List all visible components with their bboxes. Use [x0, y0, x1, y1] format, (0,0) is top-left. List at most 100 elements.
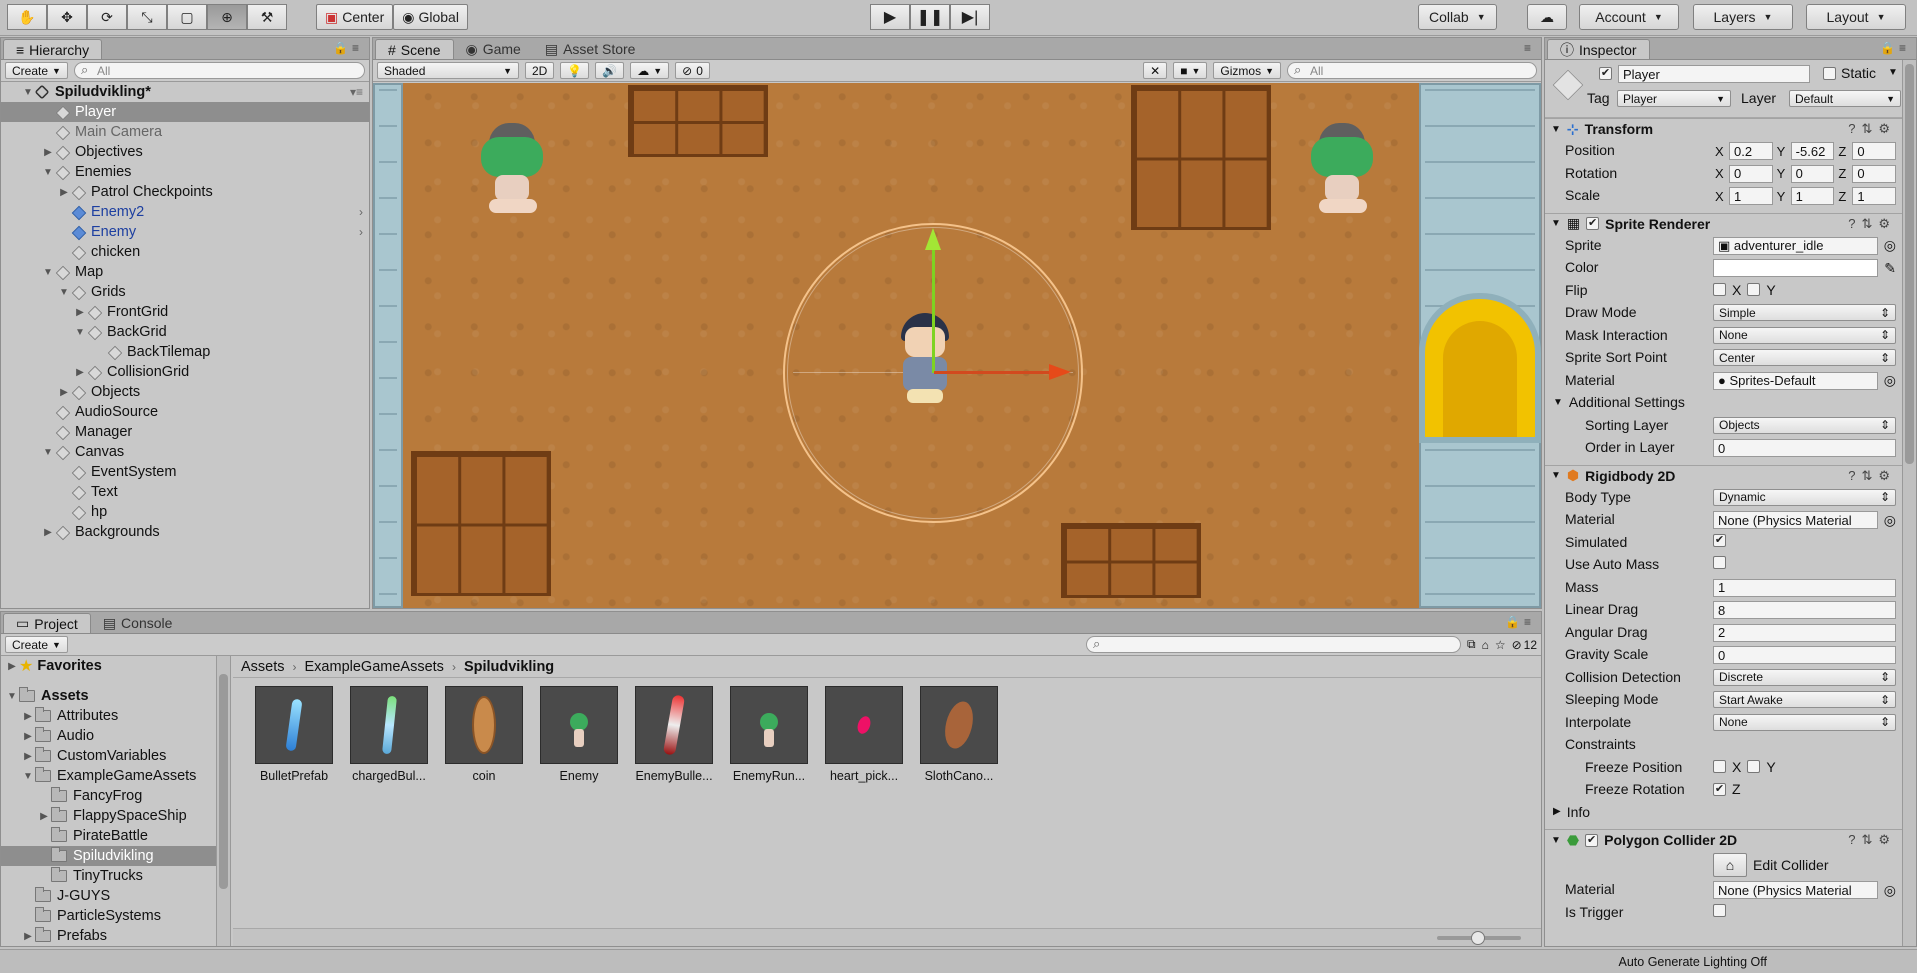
- hand-tool-icon[interactable]: ✋: [7, 4, 47, 30]
- folder-item-fancyfrog[interactable]: FancyFrog: [1, 786, 216, 806]
- expand-arrow-icon[interactable]: ▶: [41, 147, 55, 158]
- folder-item-attributes[interactable]: ▶ Attributes: [1, 706, 216, 726]
- flip-y-checkbox[interactable]: [1747, 283, 1761, 296]
- position-z-field[interactable]: 0: [1852, 142, 1897, 160]
- shading-mode-dropdown[interactable]: Shaded ▼: [377, 62, 519, 79]
- hierarchy-item-enemies[interactable]: ▼ Enemies: [1, 162, 369, 182]
- hierarchy-item-hp[interactable]: hp: [1, 502, 369, 522]
- expand-arrow-icon[interactable]: ▶: [73, 367, 87, 378]
- sort-point-dropdown[interactable]: Center ⇕: [1713, 349, 1896, 366]
- eyedropper-icon[interactable]: ✎: [1884, 260, 1896, 277]
- expand-arrow-icon[interactable]: ▶: [21, 731, 35, 742]
- hierarchy-item-enemy2[interactable]: Enemy2 ›: [1, 202, 369, 222]
- hierarchy-item-main-camera[interactable]: Main Camera: [1, 122, 369, 142]
- hierarchy-item-grids[interactable]: ▼ Grids: [1, 282, 369, 302]
- expand-arrow-icon[interactable]: ▶: [21, 931, 35, 942]
- expand-arrow-icon[interactable]: ▶: [57, 187, 71, 198]
- linear-drag-field[interactable]: 8: [1713, 601, 1896, 619]
- expand-arrow-icon[interactable]: ▼: [1551, 470, 1561, 481]
- expand-arrow-icon[interactable]: ▶: [41, 527, 55, 538]
- freeze-pos-x-checkbox[interactable]: [1713, 760, 1726, 773]
- hierarchy-item-audiosource[interactable]: AudioSource: [1, 402, 369, 422]
- flip-x-checkbox[interactable]: [1713, 283, 1726, 296]
- hierarchy-item-chicken[interactable]: chicken: [1, 242, 369, 262]
- hidden-packages-toggle[interactable]: ⊘ 12: [1512, 638, 1537, 652]
- asset-tile[interactable]: EnemyRun...: [730, 686, 808, 783]
- hierarchy-item-patrol-checkpoints[interactable]: ▶ Patrol Checkpoints: [1, 182, 369, 202]
- folder-item-tinytrucks[interactable]: TinyTrucks: [1, 866, 216, 886]
- additional-settings-row[interactable]: ▼ Additional Settings: [1545, 391, 1902, 414]
- scale-x-field[interactable]: 1: [1729, 187, 1773, 205]
- sprite-renderer-enabled-checkbox[interactable]: [1586, 217, 1600, 230]
- assets-root-item[interactable]: ▼ Assets: [1, 686, 216, 706]
- sprite-field[interactable]: ▣ adventurer_idle: [1713, 236, 1878, 255]
- audio-toggle[interactable]: 🔊: [595, 62, 625, 79]
- tab-asset-store[interactable]: ▤ Asset Store: [533, 39, 648, 59]
- expand-arrow-icon[interactable]: ▼: [1551, 218, 1561, 229]
- expand-arrow-icon[interactable]: ▶: [73, 307, 87, 318]
- auto-mass-checkbox[interactable]: [1713, 556, 1726, 569]
- freeze-rot-z-checkbox[interactable]: [1713, 782, 1726, 796]
- hierarchy-item-backtilemap[interactable]: BackTilemap: [1, 342, 369, 362]
- scene-root[interactable]: ▼ Spiludvikling* ▾≡: [1, 82, 369, 102]
- hidden-objects-toggle[interactable]: ⊘ 0: [675, 62, 710, 79]
- hierarchy-search-input[interactable]: All: [73, 62, 365, 79]
- folder-item-prefabs[interactable]: ▶ Prefabs: [1, 926, 216, 946]
- enemy-sprite[interactable]: [1301, 123, 1381, 233]
- expand-arrow-icon[interactable]: ▶: [1553, 806, 1561, 817]
- folder-item-audio[interactable]: ▶ Audio: [1, 726, 216, 746]
- create-dropdown[interactable]: Create ▼: [5, 62, 68, 79]
- scene-search-input[interactable]: All: [1287, 62, 1537, 79]
- object-picker-icon[interactable]: ◎: [1884, 237, 1896, 254]
- hierarchy-item-map[interactable]: ▼ Map: [1, 262, 369, 282]
- body-type-dropdown[interactable]: Dynamic ⇕: [1713, 488, 1896, 506]
- expand-arrow-icon[interactable]: ▼: [41, 167, 55, 178]
- expand-arrow-icon[interactable]: ▼: [21, 771, 35, 782]
- pc-material-field[interactable]: None (Physics Material: [1713, 881, 1878, 899]
- collider-enabled-checkbox[interactable]: [1585, 833, 1599, 847]
- lighting-toggle[interactable]: 💡: [560, 62, 590, 79]
- scrollbar-thumb[interactable]: [1905, 64, 1914, 464]
- mass-field[interactable]: 1: [1713, 578, 1896, 597]
- asset-tile[interactable]: chargedBul...: [350, 686, 428, 783]
- favorite-star-icon[interactable]: ☆: [1495, 638, 1506, 652]
- component-menu-icon[interactable]: ?⇅⚙: [1848, 121, 1896, 137]
- hierarchy-item-objectives[interactable]: ▶ Objectives: [1, 142, 369, 162]
- interpolate-dropdown[interactable]: None ⇕: [1713, 713, 1896, 731]
- panel-menu-icon[interactable]: ≡: [1524, 41, 1535, 55]
- component-menu-icon[interactable]: ?⇅⚙: [1848, 468, 1896, 484]
- scrollbar-thumb[interactable]: [219, 674, 228, 889]
- project-create-dropdown[interactable]: Create ▼: [5, 636, 68, 653]
- expand-arrow-icon[interactable]: ▶: [21, 751, 35, 762]
- collab-dropdown[interactable]: Collab ▼: [1418, 4, 1497, 30]
- hierarchy-item-objects[interactable]: ▶ Objects: [1, 382, 369, 402]
- hierarchy-item-backgrounds[interactable]: ▶ Backgrounds: [1, 522, 369, 542]
- folder-item-piratebattle[interactable]: PirateBattle: [1, 826, 216, 846]
- hierarchy-item-manager[interactable]: Manager: [1, 422, 369, 442]
- folder-item-particlesystems[interactable]: ParticleSystems: [1, 906, 216, 926]
- hierarchy-item-enemy[interactable]: Enemy ›: [1, 222, 369, 242]
- sprite-renderer-header[interactable]: ▼ ▦ Sprite Renderer ?⇅⚙: [1545, 212, 1902, 234]
- tab-console[interactable]: ▤ Console: [91, 613, 185, 633]
- expand-arrow-icon[interactable]: ▼: [5, 691, 19, 702]
- info-row[interactable]: ▶ Info: [1545, 801, 1902, 824]
- hierarchy-item-eventsystem[interactable]: EventSystem: [1, 462, 369, 482]
- chevron-down-icon[interactable]: ▼: [1888, 67, 1898, 78]
- asset-tile[interactable]: coin: [445, 686, 523, 783]
- rotate-tool-icon[interactable]: ⟳: [87, 4, 127, 30]
- rb-material-field[interactable]: None (Physics Material: [1713, 511, 1878, 529]
- simulated-checkbox[interactable]: [1713, 533, 1726, 547]
- object-picker-icon[interactable]: ◎: [1884, 512, 1896, 529]
- play-button[interactable]: ▶: [870, 4, 910, 30]
- transform-tool-icon[interactable]: ⊕: [207, 4, 247, 30]
- edit-collider-button[interactable]: ⌂: [1713, 853, 1747, 877]
- breadcrumb-item[interactable]: Assets: [241, 659, 285, 675]
- draw-mode-dropdown[interactable]: Simple ⇕: [1713, 304, 1896, 321]
- pivot-center-button[interactable]: ▣ Center: [316, 4, 394, 30]
- expand-arrow-icon[interactable]: ▼: [1551, 124, 1561, 135]
- order-in-layer-field[interactable]: 0: [1713, 439, 1896, 457]
- custom-tool-icon[interactable]: ⚒: [247, 4, 287, 30]
- prefab-arrow-icon[interactable]: ›: [359, 205, 363, 219]
- expand-arrow-icon[interactable]: ▼: [21, 87, 35, 98]
- expand-arrow-icon[interactable]: ▼: [1551, 835, 1561, 846]
